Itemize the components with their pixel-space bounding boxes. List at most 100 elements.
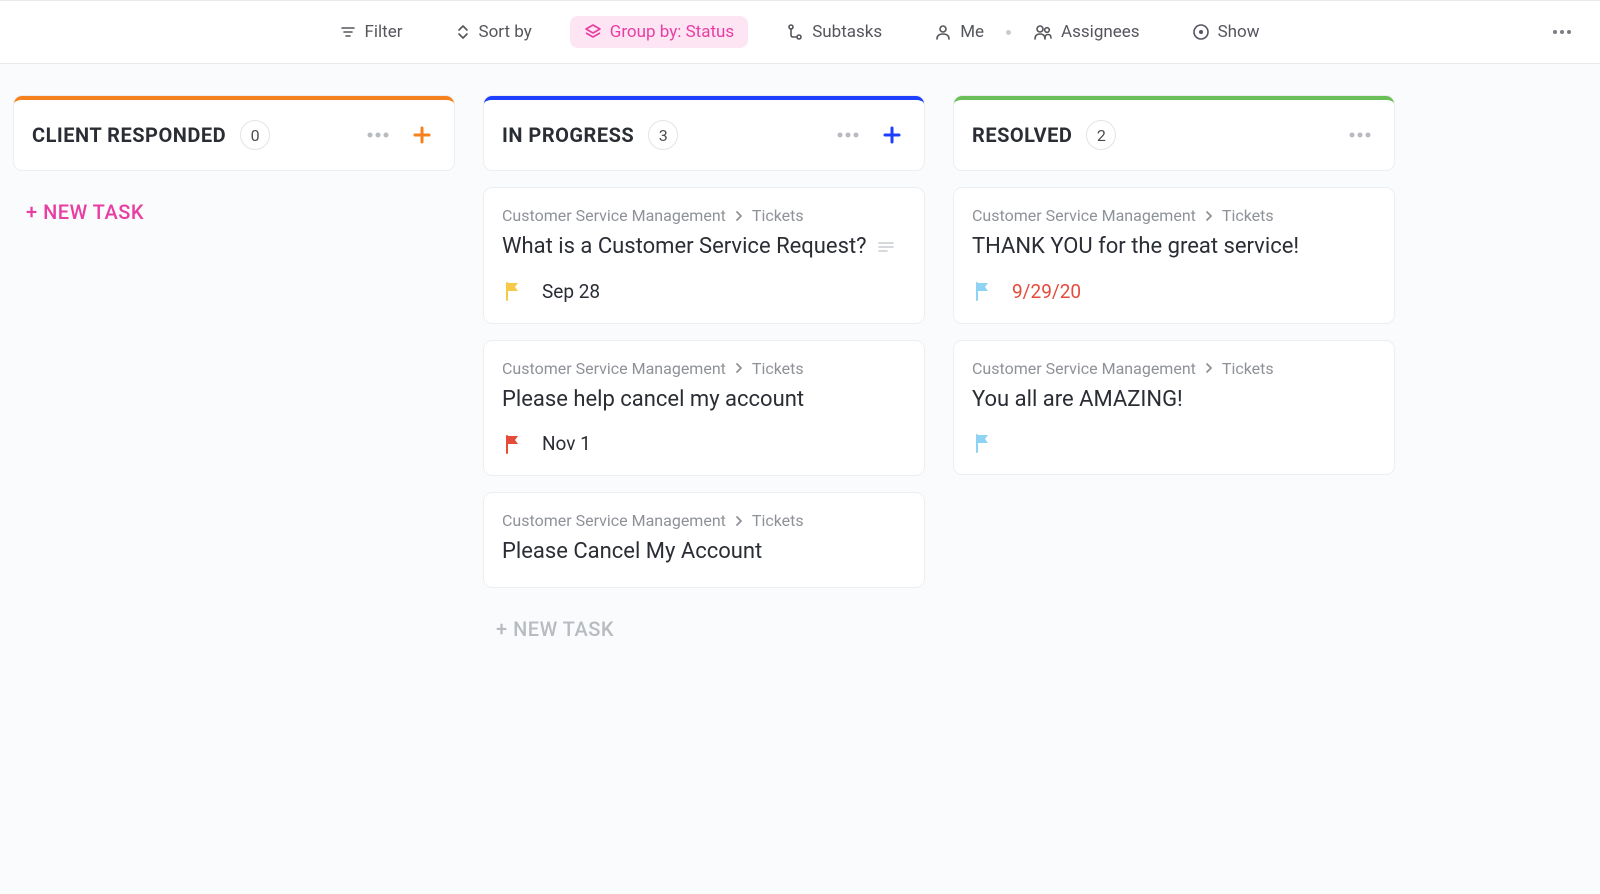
breadcrumb-segment: Tickets	[752, 206, 804, 225]
chevron-right-icon	[1204, 210, 1214, 222]
me-button[interactable]: Me	[920, 16, 998, 48]
plus-icon	[412, 125, 432, 145]
priority-flag[interactable]	[502, 433, 524, 455]
breadcrumb-segment: Customer Service Management	[502, 511, 726, 530]
me-assignees-group: Me Assignees	[920, 16, 1153, 48]
subtasks-icon	[786, 23, 804, 41]
breadcrumb-segment: Customer Service Management	[502, 206, 726, 225]
more-horizontal-icon	[366, 126, 390, 144]
me-label: Me	[960, 22, 984, 42]
new-task-button[interactable]: + NEW TASK	[484, 607, 924, 651]
task-card[interactable]: Customer Service Management Tickets What i…	[484, 188, 924, 323]
column-header: CLIENT RESPONDED 0	[14, 96, 454, 170]
show-icon	[1192, 23, 1210, 41]
column-count-badge: 3	[648, 120, 678, 150]
flag-icon	[972, 280, 994, 302]
breadcrumb-segment: Tickets	[1222, 359, 1274, 378]
due-date[interactable]: 9/29/20	[1012, 280, 1081, 303]
flag-icon	[972, 432, 994, 454]
breadcrumb-segment: Customer Service Management	[972, 359, 1196, 378]
show-button[interactable]: Show	[1178, 16, 1274, 48]
breadcrumb-segment: Customer Service Management	[502, 359, 726, 378]
sort-icon	[455, 24, 471, 40]
more-horizontal-icon	[836, 126, 860, 144]
assignees-label: Assignees	[1061, 22, 1140, 42]
card-title: You all are AMAZING!	[972, 386, 1376, 415]
chevron-right-icon	[734, 362, 744, 374]
sort-button[interactable]: Sort by	[441, 16, 546, 48]
column-more-button[interactable]	[832, 122, 864, 148]
plus-icon	[882, 125, 902, 145]
column-count-badge: 0	[240, 120, 270, 150]
column-add-button[interactable]	[408, 121, 436, 149]
chevron-right-icon	[1204, 362, 1214, 374]
people-icon	[1033, 23, 1053, 41]
column-more-button[interactable]	[1344, 122, 1376, 148]
card-title: Please Cancel My Account	[502, 538, 906, 567]
layers-icon	[584, 23, 602, 41]
task-card[interactable]: Customer Service Management Tickets Please…	[484, 493, 924, 587]
priority-flag[interactable]	[502, 280, 524, 302]
filter-label: Filter	[364, 22, 402, 42]
card-title: Please help cancel my account	[502, 386, 906, 415]
card-title: What is a Customer Service Request?	[502, 233, 906, 262]
breadcrumb-separator	[734, 515, 744, 527]
breadcrumb-separator	[1204, 362, 1214, 374]
column-client-responded: CLIENT RESPONDED 0 + NEW TASK	[14, 96, 454, 234]
new-task-button[interactable]: + NEW TASK	[14, 190, 454, 234]
column-title: CLIENT RESPONDED	[32, 123, 226, 147]
priority-flag[interactable]	[972, 432, 994, 454]
priority-flag[interactable]	[972, 280, 994, 302]
breadcrumb-segment: Tickets	[752, 359, 804, 378]
show-label: Show	[1218, 22, 1260, 42]
card-breadcrumb: Customer Service Management Tickets	[972, 359, 1376, 378]
view-toolbar: Filter Sort by Group by: Status Subtasks	[0, 0, 1600, 64]
column-more-button[interactable]	[362, 122, 394, 148]
task-card[interactable]: Customer Service Management Tickets THANK …	[954, 188, 1394, 323]
chevron-right-icon	[734, 515, 744, 527]
chevron-right-icon	[734, 210, 744, 222]
card-meta: Nov 1	[502, 432, 906, 455]
column-header: IN PROGRESS 3	[484, 96, 924, 170]
assignees-button[interactable]: Assignees	[1019, 16, 1154, 48]
group-by-label: Group by: Status	[610, 22, 734, 42]
description-icon	[877, 240, 895, 254]
group-by-button[interactable]: Group by: Status	[570, 16, 748, 48]
card-breadcrumb: Customer Service Management Tickets	[502, 511, 906, 530]
due-date[interactable]: Sep 28	[542, 280, 600, 303]
sort-label: Sort by	[479, 22, 532, 42]
column-add-button[interactable]	[878, 121, 906, 149]
subtasks-label: Subtasks	[812, 22, 882, 42]
card-breadcrumb: Customer Service Management Tickets	[972, 206, 1376, 225]
column-resolved: RESOLVED 2 Customer Service Management Tick…	[954, 96, 1394, 474]
kanban-board: CLIENT RESPONDED 0 + NEW TASK IN PROGRESS 3 C…	[0, 64, 1600, 691]
filter-button[interactable]: Filter	[326, 16, 416, 48]
card-breadcrumb: Customer Service Management Tickets	[502, 206, 906, 225]
flag-icon	[502, 280, 524, 302]
breadcrumb-segment: Tickets	[1222, 206, 1274, 225]
card-meta	[972, 432, 1376, 454]
card-meta: 9/29/20	[972, 280, 1376, 303]
column-title: RESOLVED	[972, 123, 1072, 147]
breadcrumb-segment: Tickets	[752, 511, 804, 530]
person-icon	[934, 23, 952, 41]
breadcrumb-separator	[734, 362, 744, 374]
task-card[interactable]: Customer Service Management Tickets Please…	[484, 341, 924, 476]
more-horizontal-icon	[1550, 20, 1574, 44]
task-card[interactable]: Customer Service Management Tickets You al…	[954, 341, 1394, 475]
separator-dot	[1006, 30, 1011, 35]
due-date[interactable]: Nov 1	[542, 432, 591, 455]
flag-icon	[502, 433, 524, 455]
card-title: THANK YOU for the great service!	[972, 233, 1376, 262]
toolbar-overflow-button[interactable]	[1544, 14, 1580, 50]
column-count-badge: 2	[1086, 120, 1116, 150]
column-in-progress: IN PROGRESS 3 Customer Service Management T…	[484, 96, 924, 651]
breadcrumb-segment: Customer Service Management	[972, 206, 1196, 225]
card-meta: Sep 28	[502, 280, 906, 303]
filter-icon	[340, 24, 356, 40]
breadcrumb-separator	[1204, 210, 1214, 222]
subtasks-button[interactable]: Subtasks	[772, 16, 896, 48]
breadcrumb-separator	[734, 210, 744, 222]
column-title: IN PROGRESS	[502, 123, 634, 147]
column-header: RESOLVED 2	[954, 96, 1394, 170]
